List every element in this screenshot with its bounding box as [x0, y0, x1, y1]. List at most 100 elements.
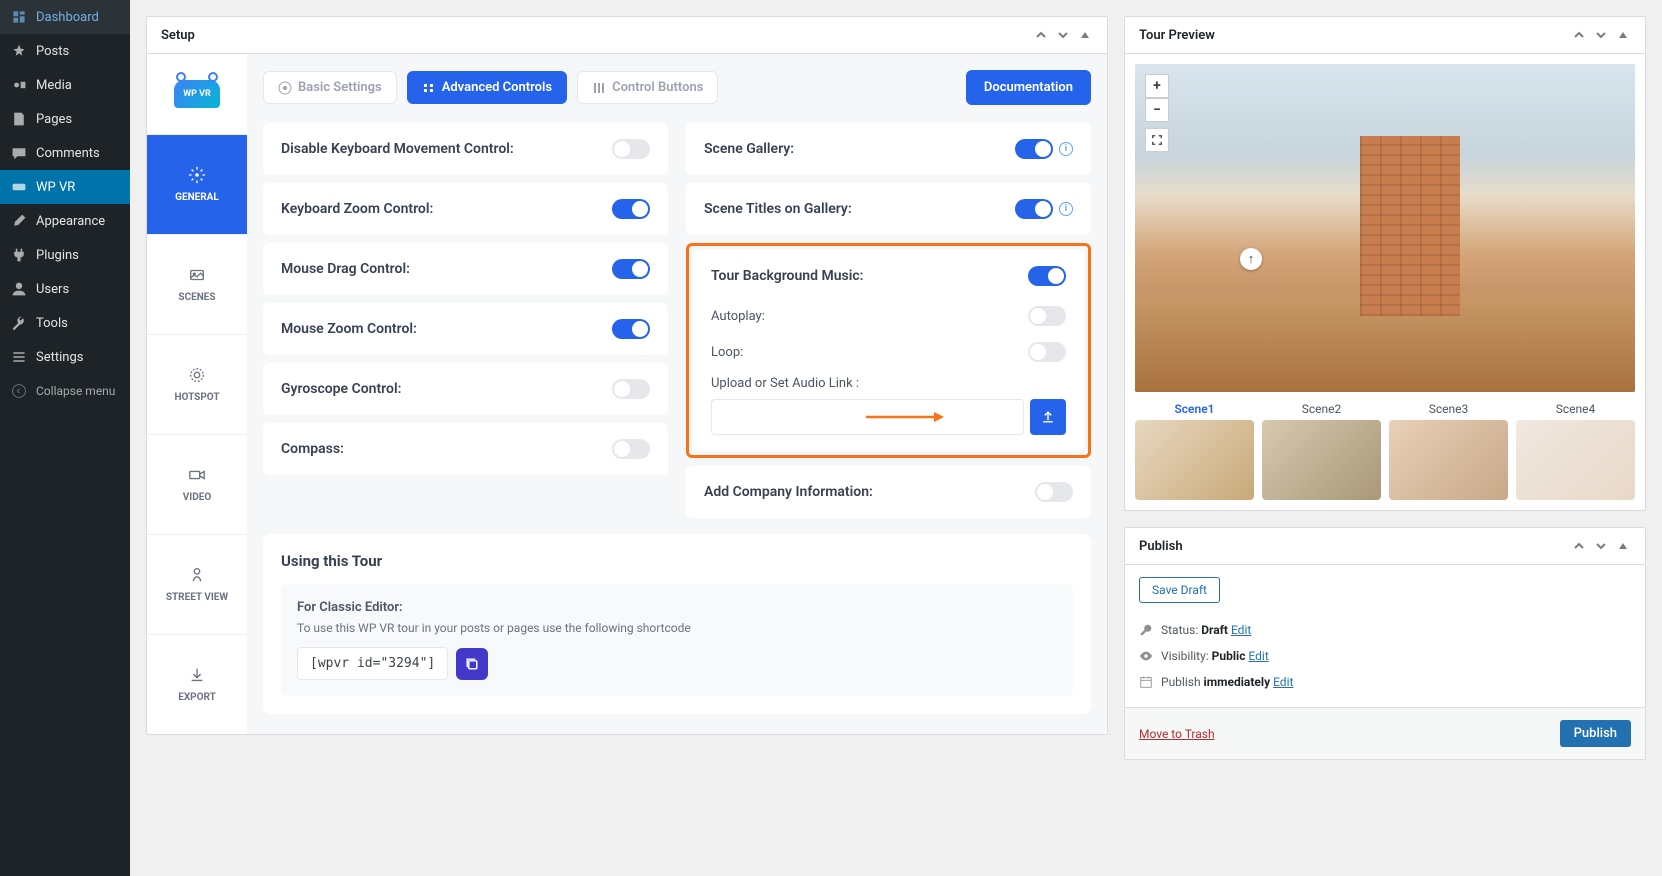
side-tab-general[interactable]: GENERAL [147, 134, 247, 234]
visibility-row: Visibility: Public Edit [1139, 643, 1631, 669]
plug-icon [10, 246, 28, 264]
panel-up-icon[interactable] [1571, 27, 1587, 43]
sliders-icon [10, 348, 28, 366]
brush-icon [10, 212, 28, 230]
documentation-button[interactable]: Documentation [966, 70, 1091, 105]
scene-thumb-3[interactable]: Scene3 [1389, 402, 1508, 500]
classic-editor-desc: To use this WP VR tour in your posts or … [297, 621, 1057, 635]
sidebar-item-appearance[interactable]: Appearance [0, 204, 130, 238]
sidebar-item-comments[interactable]: Comments [0, 136, 130, 170]
save-draft-button[interactable]: Save Draft [1139, 577, 1220, 603]
setting-scene-titles: Scene Titles on Gallery:i [686, 183, 1091, 235]
upload-audio-button[interactable] [1030, 399, 1066, 435]
status-row: Status: Draft Edit [1139, 617, 1631, 643]
toggle-bg-music[interactable] [1028, 266, 1066, 286]
toggle-scene-titles[interactable] [1015, 199, 1053, 219]
edit-status-link[interactable]: Edit [1231, 623, 1251, 637]
copy-shortcode-button[interactable] [456, 648, 488, 680]
user-icon [10, 280, 28, 298]
toggle-gyroscope[interactable] [612, 379, 650, 399]
info-icon[interactable]: i [1059, 202, 1073, 216]
loop-label: Loop: [711, 345, 743, 360]
edit-visibility-link[interactable]: Edit [1248, 649, 1268, 663]
side-tab-hotspot[interactable]: HOTSPOT [147, 334, 247, 434]
side-tab-scenes[interactable]: SCENES [147, 234, 247, 334]
comment-icon [10, 144, 28, 162]
using-tour-card: Using this Tour For Classic Editor: To u… [263, 534, 1091, 714]
toggle-company-info[interactable] [1035, 482, 1073, 502]
label: Media [36, 78, 72, 93]
toggle-autoplay[interactable] [1028, 306, 1066, 326]
scene-thumb-1[interactable]: Scene1 [1135, 402, 1254, 500]
side-tab-video[interactable]: VIDEO [147, 434, 247, 534]
toggle-scene-gallery[interactable] [1015, 139, 1053, 159]
shortcode-text: [wpvr id="3294"] [297, 647, 448, 680]
sidebar-item-settings[interactable]: Settings [0, 340, 130, 374]
toggle-keyboard-zoom[interactable] [612, 199, 650, 219]
panel-toggle-icon[interactable] [1077, 27, 1093, 43]
zoom-out-button[interactable]: − [1145, 98, 1169, 122]
panel-toggle-icon[interactable] [1615, 538, 1631, 554]
scene-thumb-2[interactable]: Scene2 [1262, 402, 1381, 500]
setup-panel-header: Setup [147, 17, 1107, 54]
toggle-disable-keyboard[interactable] [612, 139, 650, 159]
panel-up-icon[interactable] [1571, 538, 1587, 554]
eye-icon [1139, 649, 1153, 663]
sidebar-item-dashboard[interactable]: Dashboard [0, 0, 130, 34]
collapse-icon [10, 382, 28, 400]
info-icon[interactable]: i [1059, 142, 1073, 156]
setting-mouse-drag: Mouse Drag Control: [263, 243, 668, 295]
edit-schedule-link[interactable]: Edit [1273, 675, 1293, 689]
sidebar-item-pages[interactable]: Pages [0, 102, 130, 136]
tab-basic-settings[interactable]: Basic Settings [263, 71, 397, 104]
scene-thumb-4[interactable]: Scene4 [1516, 402, 1635, 500]
panel-down-icon[interactable] [1593, 538, 1609, 554]
sidebar-item-plugins[interactable]: Plugins [0, 238, 130, 272]
classic-editor-title: For Classic Editor: [297, 600, 1057, 615]
collapse-menu[interactable]: Collapse menu [0, 374, 125, 408]
publish-button[interactable]: Publish [1560, 720, 1631, 747]
label: Plugins [36, 248, 79, 263]
panorama-viewer[interactable]: + − ↑ [1135, 64, 1635, 392]
toggle-mouse-drag[interactable] [612, 259, 650, 279]
sidebar-item-tools[interactable]: Tools [0, 306, 130, 340]
panel-up-icon[interactable] [1033, 27, 1049, 43]
panel-down-icon[interactable] [1593, 27, 1609, 43]
panel-down-icon[interactable] [1055, 27, 1071, 43]
sidebar-item-wpvr[interactable]: WP VR [0, 170, 130, 204]
tab-advanced-controls[interactable]: Advanced Controls [407, 71, 567, 104]
label: Appearance [36, 214, 105, 229]
sidebar-item-media[interactable]: Media [0, 68, 130, 102]
fullscreen-button[interactable] [1145, 128, 1169, 152]
setting-company-info: Add Company Information: [686, 466, 1091, 518]
label: Tools [36, 316, 68, 331]
move-to-trash-link[interactable]: Move to Trash [1139, 727, 1215, 741]
toggle-loop[interactable] [1028, 342, 1066, 362]
label: Collapse menu [36, 384, 115, 398]
dashboard-icon [10, 8, 28, 26]
publish-panel: Publish Save Draft Status: Draft Edit Vi… [1124, 527, 1646, 760]
tab-control-buttons[interactable]: Control Buttons [577, 71, 718, 104]
zoom-in-button[interactable]: + [1145, 74, 1169, 98]
sidebar-item-users[interactable]: Users [0, 272, 130, 306]
tour-preview-panel: Tour Preview + − ↑ [1124, 16, 1646, 511]
wrench-icon [10, 314, 28, 332]
side-tab-streetview[interactable]: STREET VIEW [147, 534, 247, 634]
schedule-row: Publish immediately Edit [1139, 669, 1631, 695]
side-tab-export[interactable]: EXPORT [147, 634, 247, 734]
hotspot-marker[interactable]: ↑ [1240, 248, 1262, 270]
panel-toggle-icon[interactable] [1615, 27, 1631, 43]
setting-scene-gallery: Scene Gallery:i [686, 123, 1091, 175]
setting-keyboard-zoom: Keyboard Zoom Control: [263, 183, 668, 235]
setting-compass: Compass: [263, 423, 668, 475]
setup-side-tabs: WP VR GENERAL SCENES HOTSPOT VIDEO STREE… [147, 54, 247, 734]
toggle-mouse-zoom[interactable] [612, 319, 650, 339]
wp-admin-sidebar: Dashboard Posts Media Pages Comments WP … [0, 0, 130, 876]
panel-title: Publish [1139, 539, 1183, 554]
panel-title: Setup [161, 28, 195, 43]
wpvr-logo: WP VR [147, 54, 247, 134]
sidebar-item-posts[interactable]: Posts [0, 34, 130, 68]
upload-audio-label: Upload or Set Audio Link : [711, 376, 859, 391]
toggle-compass[interactable] [612, 439, 650, 459]
label: Pages [36, 112, 72, 127]
